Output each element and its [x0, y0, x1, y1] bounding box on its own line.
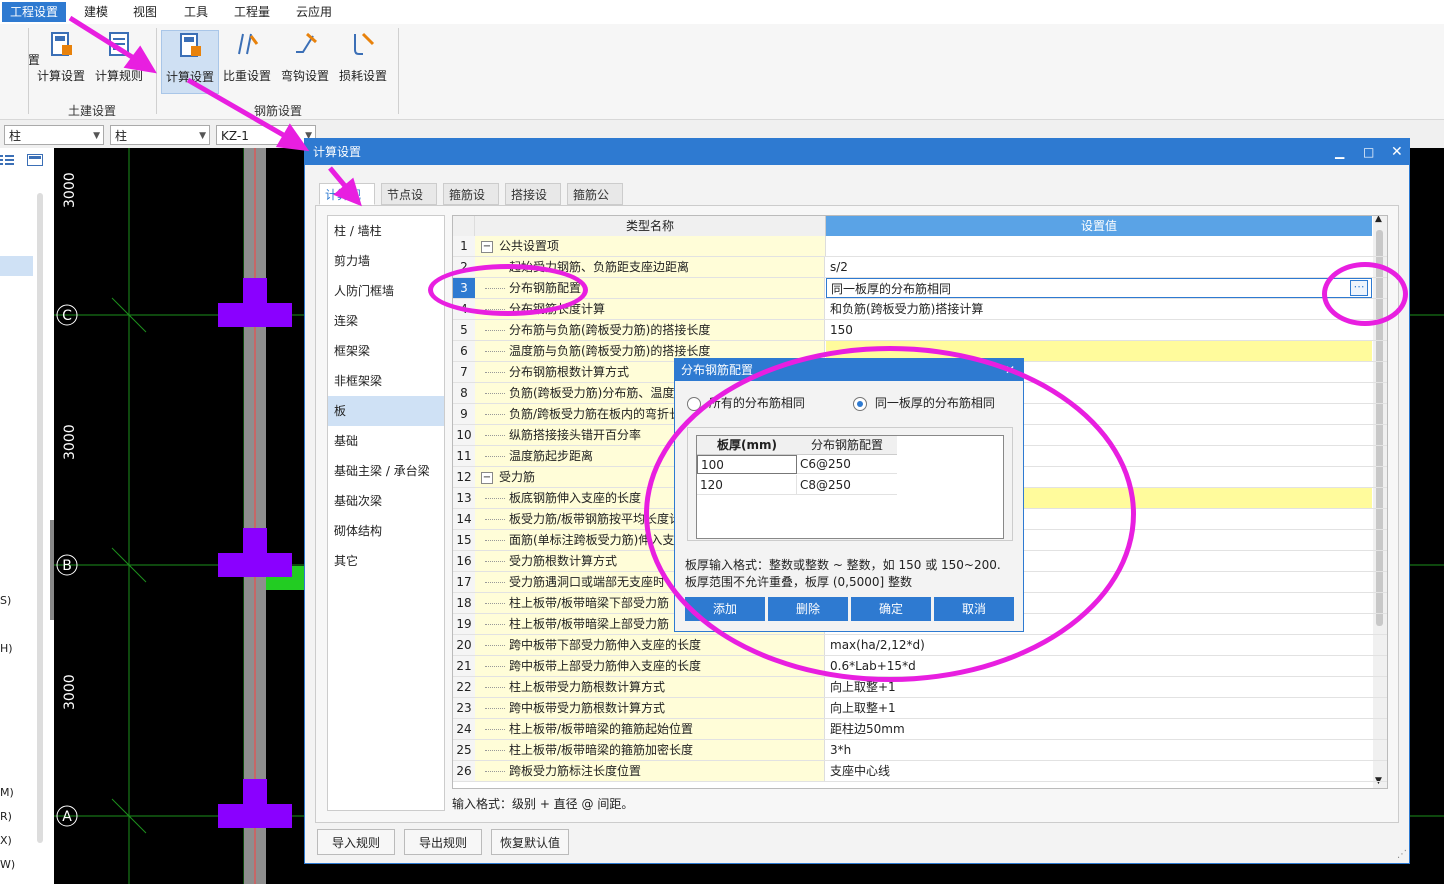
annotation-overlay [68, 15, 362, 207]
